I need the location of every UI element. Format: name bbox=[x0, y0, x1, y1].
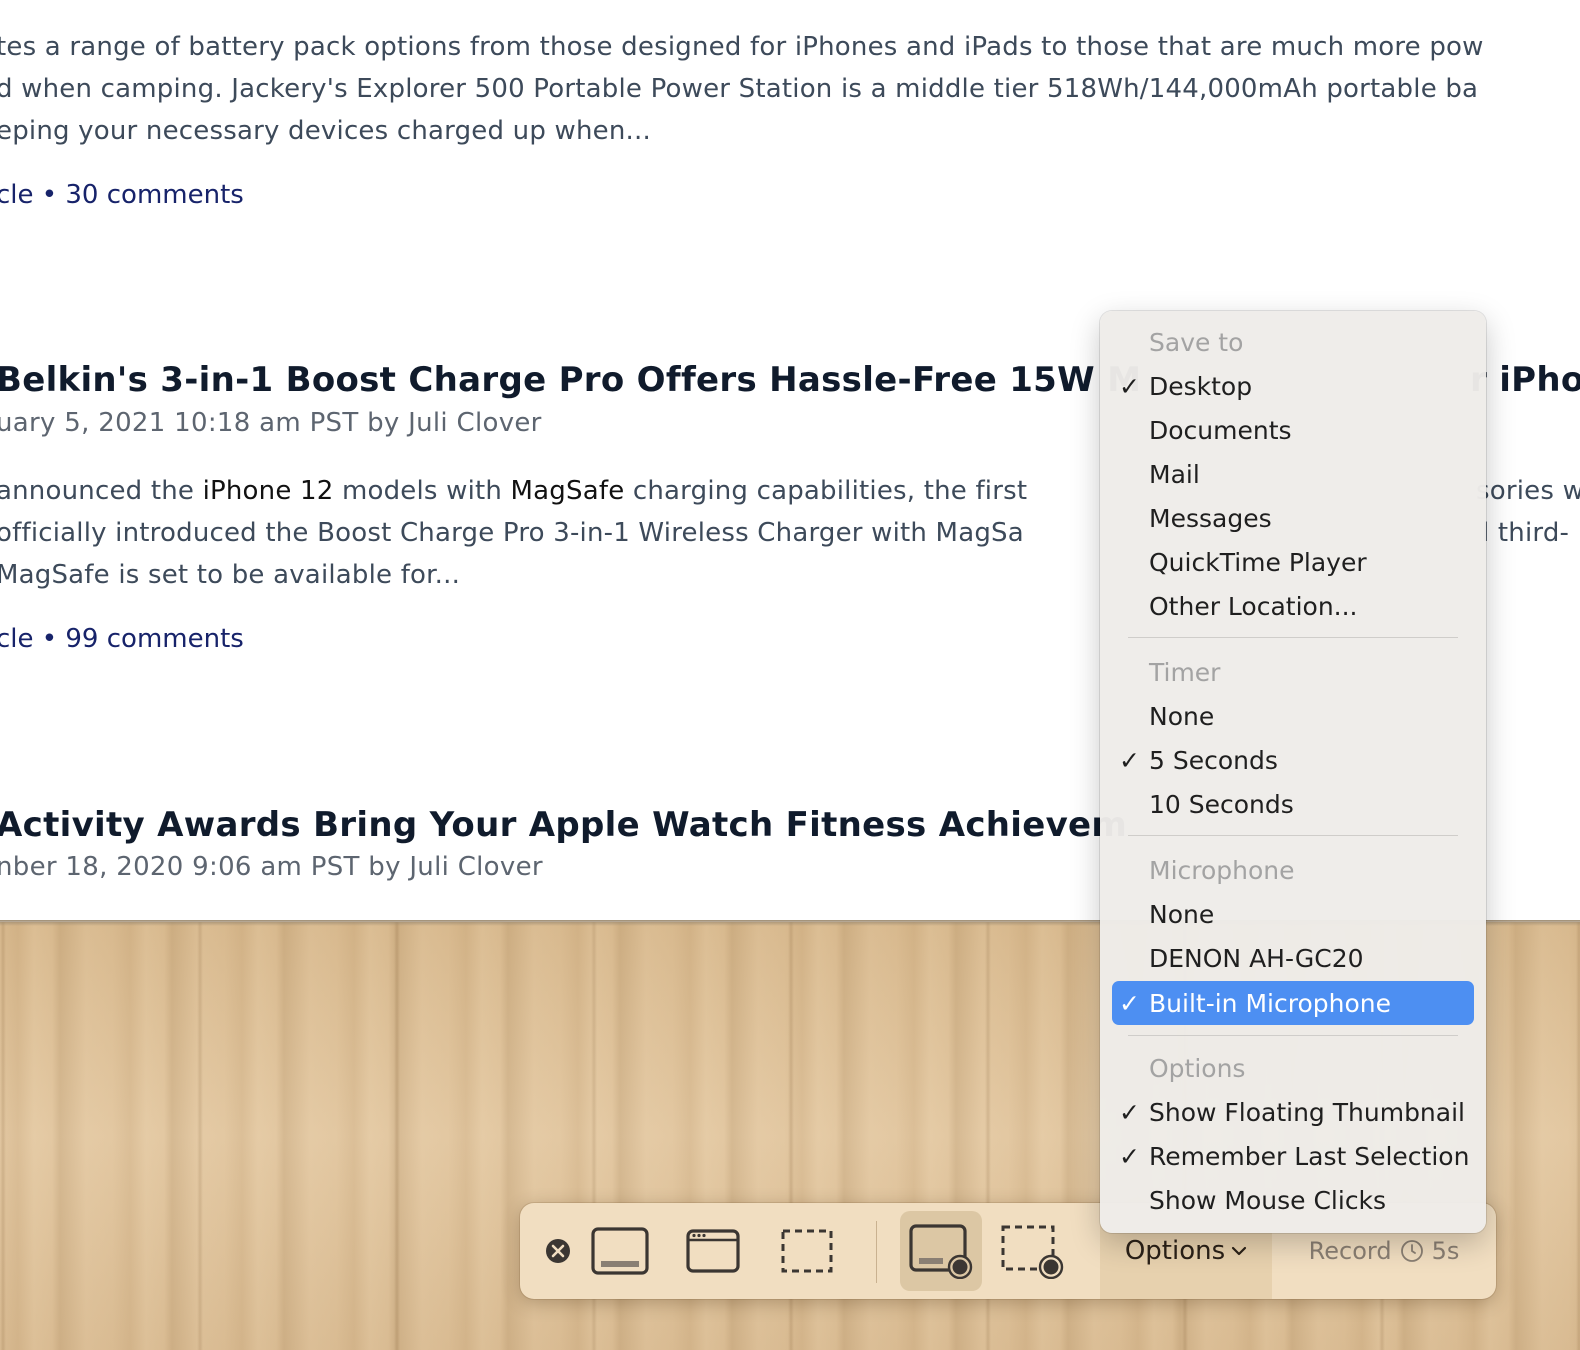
capture-entire-screen-button[interactable] bbox=[588, 1203, 652, 1299]
checkmark-icon: ✓ bbox=[1119, 1141, 1140, 1171]
record-selection-icon bbox=[1001, 1225, 1064, 1279]
article-byline: nber 18, 2020 9:06 am PST by Juli Clover bbox=[0, 852, 543, 882]
menu-item-mic-none[interactable]: None bbox=[1112, 893, 1474, 935]
menu-item-documents[interactable]: Documents bbox=[1112, 409, 1474, 451]
article-headline-continued[interactable]: r iPho bbox=[1470, 360, 1580, 400]
timer-icon bbox=[1400, 1240, 1423, 1262]
article-excerpt: d when camping. Jackery's Explorer 500 P… bbox=[0, 74, 1479, 104]
article-excerpt: MagSafe is set to be available for... bbox=[0, 560, 461, 590]
menu-item-timer-10-seconds[interactable]: 10 Seconds bbox=[1112, 783, 1474, 825]
record-entire-screen-button[interactable] bbox=[900, 1203, 982, 1299]
checkmark-icon: ✓ bbox=[1119, 988, 1140, 1018]
menu-item-built-in-microphone[interactable]: ✓ Built-in Microphone bbox=[1112, 981, 1474, 1025]
checkmark-icon: ✓ bbox=[1119, 371, 1140, 401]
article-excerpt: officially introduced the Boost Charge P… bbox=[0, 518, 1024, 548]
article-excerpt-continued: sories w bbox=[1476, 476, 1580, 506]
article-link[interactable]: cle bbox=[0, 180, 34, 210]
comments-link[interactable]: 30 comments bbox=[65, 180, 243, 210]
options-label: Options bbox=[1124, 1236, 1226, 1266]
capture-entire-screen-icon bbox=[591, 1227, 649, 1275]
article-meta: cle • 30 comments bbox=[0, 180, 244, 210]
toolbar-divider bbox=[876, 1221, 877, 1283]
article-byline: uary 5, 2021 10:18 am PST by Juli Clover bbox=[0, 408, 542, 438]
menu-item-desktop[interactable]: ✓ Desktop bbox=[1112, 365, 1474, 407]
record-entire-screen-icon bbox=[909, 1224, 973, 1279]
menu-separator bbox=[1128, 1035, 1458, 1036]
menu-item-mic-denon[interactable]: DENON AH-GC20 bbox=[1112, 937, 1474, 979]
record-selection-button[interactable] bbox=[996, 1203, 1068, 1299]
close-icon bbox=[546, 1239, 570, 1263]
article-excerpt-continued: l third- bbox=[1482, 518, 1570, 548]
separator: • bbox=[41, 624, 58, 654]
article-excerpt: announced the iPhone 12 models with MagS… bbox=[0, 476, 1028, 506]
menu-item-mail[interactable]: Mail bbox=[1112, 453, 1474, 495]
capture-window-icon bbox=[686, 1229, 740, 1273]
menu-separator bbox=[1128, 835, 1458, 836]
comments-link[interactable]: 99 comments bbox=[65, 624, 243, 654]
article-meta: cle • 99 comments bbox=[0, 624, 244, 654]
chevron-down-icon bbox=[1232, 1246, 1247, 1256]
menu-item-show-mouse-clicks[interactable]: Show Mouse Clicks bbox=[1112, 1179, 1474, 1221]
menu-section-save-to: Save to bbox=[1149, 327, 1244, 357]
close-button[interactable] bbox=[534, 1203, 582, 1299]
menu-section-timer: Timer bbox=[1149, 657, 1221, 687]
article-headline[interactable]: Activity Awards Bring Your Apple Watch F… bbox=[0, 805, 1127, 845]
capture-selection-button[interactable] bbox=[776, 1203, 838, 1299]
menu-item-timer-none[interactable]: None bbox=[1112, 695, 1474, 737]
menu-item-messages[interactable]: Messages bbox=[1112, 497, 1474, 539]
article-headline[interactable]: Belkin's 3-in-1 Boost Charge Pro Offers … bbox=[0, 360, 1141, 400]
menu-item-other-location[interactable]: Other Location... bbox=[1112, 585, 1474, 627]
article-excerpt: tes a range of battery pack options from… bbox=[0, 32, 1484, 62]
menu-separator bbox=[1128, 637, 1458, 638]
capture-selection-icon bbox=[781, 1229, 833, 1273]
timer-value: 5s bbox=[1431, 1237, 1460, 1265]
menu-item-timer-5-seconds[interactable]: ✓ 5 Seconds bbox=[1112, 739, 1474, 781]
checkmark-icon: ✓ bbox=[1119, 745, 1140, 775]
article-link[interactable]: cle bbox=[0, 624, 34, 654]
magsafe-link[interactable]: MagSafe bbox=[511, 476, 625, 506]
menu-item-remember-last-selection[interactable]: ✓ Remember Last Selection bbox=[1112, 1135, 1474, 1177]
checkmark-icon: ✓ bbox=[1119, 1097, 1140, 1127]
options-menu: Save to ✓ Desktop Documents Mail Messages… bbox=[1100, 311, 1486, 1233]
record-label: Record bbox=[1308, 1237, 1392, 1265]
separator: • bbox=[41, 180, 58, 210]
capture-window-button[interactable] bbox=[682, 1203, 744, 1299]
menu-item-quicktime-player[interactable]: QuickTime Player bbox=[1112, 541, 1474, 583]
article-excerpt: eping your necessary devices charged up … bbox=[0, 116, 651, 146]
menu-section-options: Options bbox=[1149, 1053, 1246, 1083]
menu-item-show-floating-thumbnail[interactable]: ✓ Show Floating Thumbnail bbox=[1112, 1091, 1474, 1133]
iphone-12-link[interactable]: iPhone 12 bbox=[203, 476, 334, 506]
menu-section-microphone: Microphone bbox=[1149, 855, 1295, 885]
